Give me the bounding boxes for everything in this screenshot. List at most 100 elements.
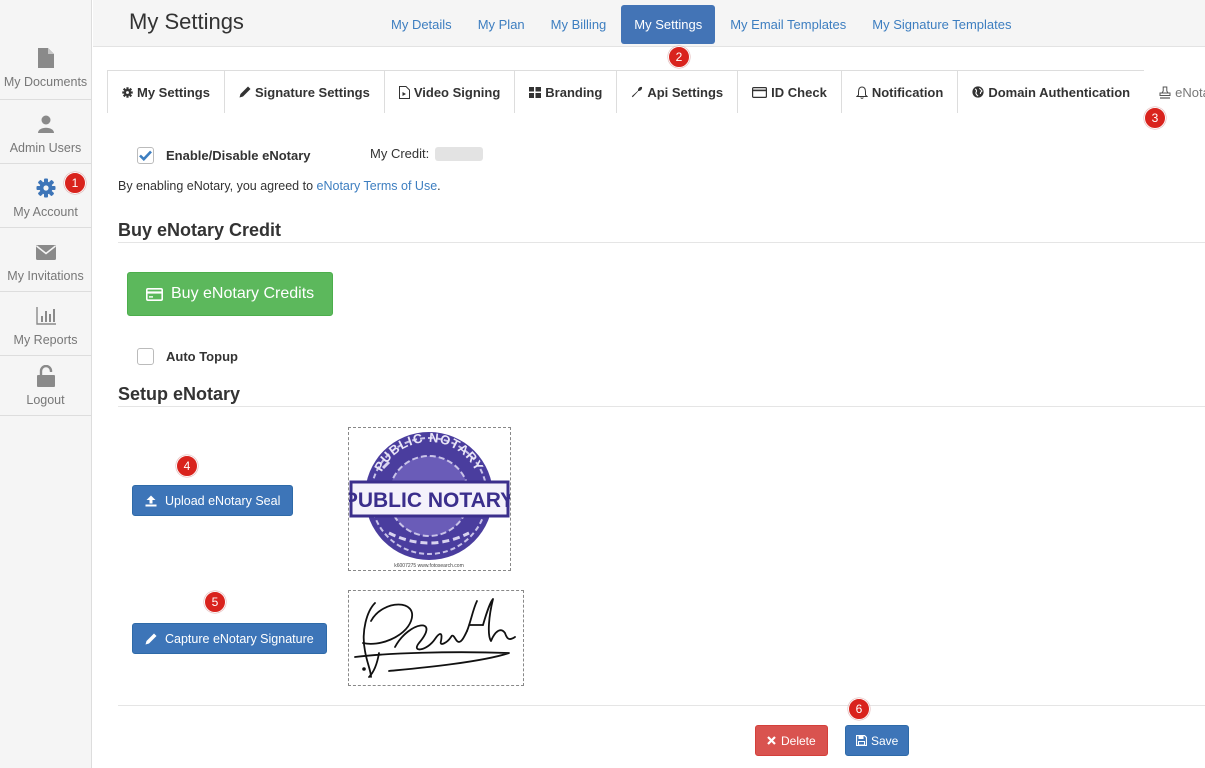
grid-icon (529, 86, 542, 98)
tab-domain-authentication[interactable]: Domain Authentication (957, 70, 1146, 113)
tab-label: Signature Settings (254, 84, 370, 100)
nav-my-signature-templates[interactable]: My Signature Templates (861, 5, 1022, 44)
sidebar-item-label: My Reports (13, 333, 78, 347)
tab-label: Notification (871, 84, 944, 100)
enable-enotary-row: Enable/Disable eNotary (137, 147, 311, 164)
capture-signature-button[interactable]: Capture eNotary Signature (132, 623, 327, 654)
gear-icon (36, 177, 56, 199)
sidebar-item-logout[interactable]: Logout (0, 356, 91, 416)
step-badge-5: 5 (204, 591, 226, 613)
notary-seal-image: PUBLIC NOTARY PUBLIC NOTARY k6007275 www… (344, 430, 514, 569)
sidebar: My Documents Admin Users My Account 1 My… (0, 0, 92, 768)
id-card-icon (752, 86, 768, 98)
tab-my-settings[interactable]: My Settings (107, 70, 225, 113)
buy-credits-label: Buy eNotary Credits (171, 285, 315, 302)
seal-center-text: PUBLIC NOTARY (349, 489, 510, 512)
tab-label: Video Signing (413, 84, 501, 100)
step-badge-4: 4 (176, 455, 198, 477)
tab-video-signing[interactable]: Video Signing (383, 70, 516, 113)
sidebar-item-my-reports[interactable]: My Reports (0, 292, 91, 356)
nav-my-plan[interactable]: My Plan (467, 5, 536, 44)
close-icon (767, 736, 776, 745)
top-header: My Settings My Details My Plan My Billin… (93, 0, 1205, 47)
signature-image (354, 598, 516, 678)
settings-tabs: My Settings Signature Settings Video Sig… (107, 70, 1205, 113)
signature-preview (348, 590, 524, 686)
tab-label: Api Settings (647, 84, 724, 100)
terms-suffix: . (437, 179, 441, 193)
sidebar-item-my-documents[interactable]: My Documents (0, 0, 91, 100)
step-badge-6: 6 (848, 698, 870, 720)
capture-signature-label: Capture eNotary Signature (165, 631, 314, 646)
save-button[interactable]: Save (845, 725, 910, 756)
top-nav: My Details My Plan My Billing My Setting… (380, 5, 1027, 44)
terms-prefix: By enabling eNotary, you agreed to (118, 179, 317, 193)
sidebar-item-my-invitations[interactable]: My Invitations (0, 228, 91, 292)
buy-credits-button[interactable]: Buy eNotary Credits (127, 272, 334, 316)
pencil-icon (145, 633, 157, 645)
floppy-disk-icon (856, 735, 867, 746)
tab-label: My Settings (137, 84, 210, 100)
step-badge-1: 1 (64, 172, 86, 194)
sidebar-item-label: Logout (26, 393, 65, 407)
seal-caption: k6007275 www.fotosearch.com (394, 563, 463, 569)
pencil-icon (239, 86, 251, 98)
tab-label: Branding (545, 84, 603, 100)
step-badge-2: 2 (668, 46, 690, 68)
gear-icon (122, 86, 133, 98)
enotary-settings-panel: Enable/Disable eNotary My Credit: By ena… (118, 113, 1205, 768)
stamp-icon (1159, 86, 1171, 99)
credit-value (435, 146, 484, 161)
sidebar-item-label: My Invitations (7, 269, 84, 283)
upload-seal-button[interactable]: Upload eNotary Seal (132, 485, 294, 516)
delete-label: Delete (781, 733, 816, 748)
tab-id-check[interactable]: ID Check (737, 70, 842, 113)
upload-seal-label: Upload eNotary Seal (165, 493, 281, 508)
auto-topup-label: Auto Topup (166, 349, 238, 364)
envelope-icon (35, 241, 56, 263)
enable-enotary-label: Enable/Disable eNotary (166, 148, 311, 163)
terms-text: By enabling eNotary, you agreed to eNota… (118, 179, 441, 193)
terms-link[interactable]: eNotary Terms of Use (317, 179, 438, 193)
seal-preview: PUBLIC NOTARY PUBLIC NOTARY k6007275 www… (344, 427, 514, 571)
tab-branding[interactable]: Branding (514, 70, 618, 113)
sidebar-item-admin-users[interactable]: Admin Users (0, 100, 91, 164)
section-divider (118, 242, 1205, 243)
nav-my-email-templates[interactable]: My Email Templates (719, 5, 857, 44)
upload-icon (145, 495, 157, 507)
nav-my-billing[interactable]: My Billing (540, 5, 618, 44)
user-icon (37, 113, 54, 135)
setup-enotary-heading: Setup eNotary (118, 384, 241, 404)
auto-topup-checkbox[interactable] (137, 348, 154, 365)
bell-icon (855, 85, 868, 99)
unlock-icon (36, 365, 55, 387)
sidebar-item-my-account[interactable]: My Account 1 (0, 164, 91, 228)
tab-signature-settings[interactable]: Signature Settings (223, 70, 385, 113)
tab-notification[interactable]: Notification (840, 70, 959, 113)
video-file-icon (398, 85, 410, 99)
credit-display: My Credit: (370, 146, 484, 161)
nav-my-details[interactable]: My Details (380, 5, 463, 44)
page-title: My Settings (129, 9, 244, 34)
tab-label: ID Check (771, 84, 827, 100)
sidebar-item-label: My Account (13, 205, 78, 219)
section-divider (118, 705, 1205, 706)
section-divider (118, 406, 1205, 407)
sidebar-item-label: Admin Users (9, 141, 82, 155)
credit-card-icon (146, 287, 163, 301)
bar-chart-icon (35, 305, 56, 327)
tab-api-settings[interactable]: Api Settings (616, 70, 739, 113)
nav-my-settings[interactable]: My Settings (621, 5, 716, 44)
buy-credit-heading: Buy eNotary Credit (118, 220, 282, 240)
checkmark-icon (139, 150, 152, 161)
wrench-icon (631, 86, 643, 98)
globe-icon (972, 86, 984, 98)
credit-label: My Credit: (370, 146, 430, 161)
tab-label: eNotary (1175, 84, 1205, 100)
sidebar-item-label: My Documents (3, 75, 88, 89)
save-label: Save (871, 733, 899, 748)
auto-topup-row: Auto Topup (137, 348, 238, 365)
enable-enotary-checkbox[interactable] (137, 147, 154, 164)
tab-label: Domain Authentication (988, 84, 1131, 100)
delete-button[interactable]: Delete (755, 725, 828, 756)
